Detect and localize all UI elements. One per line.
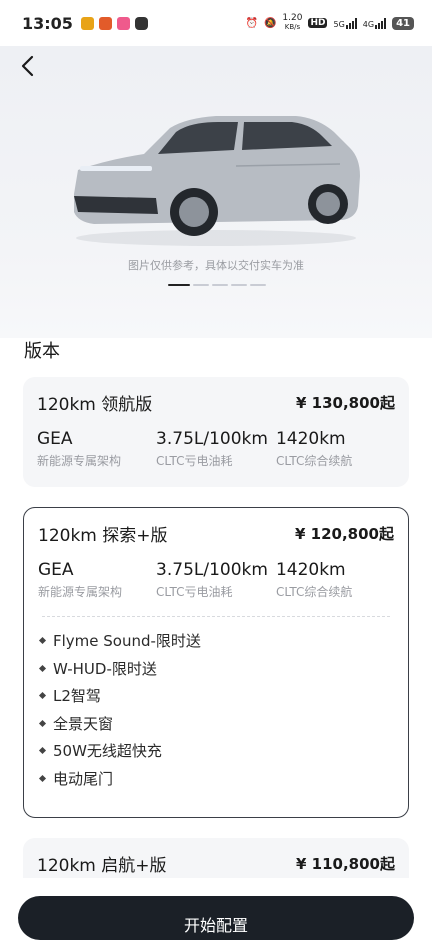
version-name: 120km 探索+版 (38, 525, 168, 546)
diamond-bullet-icon (38, 664, 47, 672)
card-header: 120km 启航+版 ¥ 110,800起 (37, 838, 395, 886)
version-name: 120km 领航版 (37, 394, 153, 415)
version-price: ¥ 110,800起 (296, 854, 395, 873)
hd-badge: HD (308, 18, 328, 28)
feature-item: 50W无线超快充 (38, 737, 394, 765)
carousel-dot[interactable] (231, 284, 247, 286)
mute-icon: 🔕 (263, 17, 277, 29)
diamond-bullet-icon (38, 637, 47, 645)
version-price: ¥ 120,800起 (295, 524, 394, 543)
spec-item: GEA 新能源专属架构 (38, 560, 123, 599)
notification-app-icon (134, 16, 148, 30)
spec-item: GEA 新能源专属架构 (37, 429, 122, 468)
spec-row: GEA 新能源专属架构 3.75L/100km CLTC亏电油耗 1420km … (37, 429, 395, 469)
version-name: 120km 启航+版 (37, 855, 167, 876)
diamond-bullet-icon (38, 774, 47, 782)
version-card[interactable]: 120km 领航版 ¥ 130,800起 GEA 新能源专属架构 3.75L/1… (23, 377, 409, 487)
car-image (74, 116, 360, 246)
signal-bars-icon (345, 17, 357, 29)
carousel-dot[interactable] (212, 284, 228, 286)
status-bar: 13:05 ⏰ 🔕 1.20 KB/s HD 5G 4G 41 (0, 0, 432, 46)
signal-4g: 4G (363, 17, 387, 29)
diamond-bullet-icon (38, 692, 47, 700)
chevron-left-icon (21, 55, 34, 77)
feature-item: 全景天窗 (38, 710, 394, 738)
feature-item: 电动尾门 (38, 765, 394, 793)
carousel-dot[interactable] (193, 284, 209, 286)
status-time: 13:05 (22, 13, 73, 33)
feature-item: W-HUD-限时送 (38, 655, 394, 683)
section-title: 版本 (24, 341, 60, 362)
diamond-bullet-icon (38, 747, 47, 755)
version-price: ¥ 130,800起 (296, 393, 395, 412)
feature-item: Flyme Sound-限时送 (38, 627, 394, 655)
alarm-icon: ⏰ (245, 17, 258, 29)
notification-app-icon (116, 16, 130, 30)
battery-indicator: 41 (392, 16, 414, 30)
feature-item: L2智驾 (38, 682, 394, 710)
car-grille (74, 196, 158, 214)
image-disclaimer: 图片仅供参考，具体以交付实车为准 (128, 259, 304, 272)
carousel-indicator[interactable] (168, 284, 266, 286)
spec-item: 1420km CLTC综合续航 (275, 560, 353, 599)
version-card[interactable]: 120km 启航+版 ¥ 110,800起 (23, 838, 409, 878)
card-header: 120km 探索+版 ¥ 120,800起 (38, 508, 394, 556)
back-button[interactable] (14, 52, 42, 80)
card-header: 120km 领航版 ¥ 130,800起 (37, 377, 395, 425)
status-indicators: ⏰ 🔕 1.20 KB/s HD 5G 4G 41 (246, 14, 414, 32)
start-configure-button[interactable]: 开始配置 (18, 896, 414, 940)
signal-5g: 5G (333, 17, 357, 29)
spec-row: GEA 新能源专属架构 3.75L/100km CLTC亏电油耗 1420km … (38, 560, 394, 600)
notification-app-icon (98, 16, 112, 30)
car-hero: 图片仅供参考，具体以交付实车为准 (0, 46, 432, 338)
carousel-dot[interactable] (250, 284, 266, 286)
version-card-selected[interactable]: 120km 探索+版 ¥ 120,800起 GEA 新能源专属架构 3.75L/… (23, 507, 409, 818)
dashed-divider (42, 616, 390, 617)
spec-item: 3.75L/100km CLTC亏电油耗 (156, 560, 268, 599)
carousel-dot-active[interactable] (168, 284, 190, 286)
spec-item: 3.75L/100km CLTC亏电油耗 (156, 429, 268, 468)
notification-app-icon (80, 16, 94, 30)
spec-item: 1420km CLTC综合续航 (275, 429, 353, 468)
signal-bars-icon (375, 17, 387, 29)
diamond-bullet-icon (38, 719, 47, 727)
car-headlight (80, 166, 152, 171)
net-speed: 1.20 KB/s (282, 13, 303, 32)
